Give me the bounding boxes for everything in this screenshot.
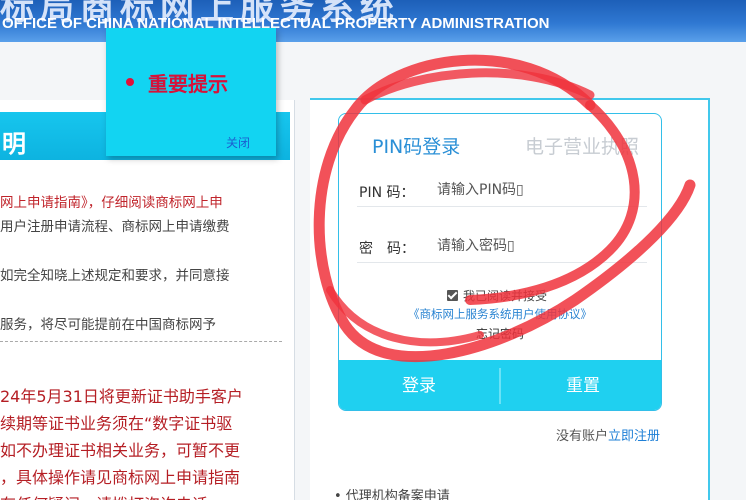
bullet-dot-icon: [126, 78, 134, 86]
register-row: 没有账户立即注册: [556, 425, 660, 444]
agreement-row: 我已阅读并接受: [447, 287, 547, 303]
notice-red-line: 续期等证书业务须在“数字证书驱: [0, 414, 233, 433]
notice-line: 用户注册申请流程、商标网上申请缴费: [0, 219, 230, 235]
user-agreement-link[interactable]: 《商标网上服务系统用户使用协议》: [339, 306, 661, 322]
panel-divider: [294, 100, 295, 500]
notice-red-line: 如不办理证书相关业务，可暂不更: [0, 441, 241, 460]
pin-label: PIN 码：: [359, 185, 415, 201]
password-underline: [357, 262, 647, 263]
reset-button[interactable]: 重置: [503, 360, 661, 410]
popup-title: 重要提示: [148, 72, 228, 96]
password-input[interactable]: [437, 233, 647, 259]
notice-red-line: 24年5月31日将更新证书助手客户: [0, 387, 243, 406]
password-label: 密 码：: [359, 241, 415, 257]
pin-underline: [357, 206, 647, 207]
notice-guide-link[interactable]: 网上申请指南》，仔细阅读商标网上申: [0, 195, 223, 211]
agree-checkbox[interactable]: [447, 290, 458, 301]
button-bar: 登录 重置: [339, 360, 661, 410]
agent-filing-link[interactable]: • 代理机构备案申请: [334, 485, 450, 500]
forgot-password-link[interactable]: 忘记密码: [339, 325, 661, 342]
register-prompt: 没有账户: [556, 429, 609, 444]
important-notice-popup: 重要提示 关闭: [106, 28, 276, 156]
notice-line: 如完全知晓上述规定和要求，并同意接: [0, 268, 230, 284]
notice-line: 服务，将尽可能提前在中国商标网予: [0, 317, 216, 333]
tab-pin-login[interactable]: PIN码登录: [372, 132, 460, 159]
register-link[interactable]: 立即注册: [608, 429, 660, 444]
button-separator: [499, 368, 501, 404]
notice-red-line: 有任何疑问，请拨打咨询电话: [0, 491, 208, 500]
notice-heading: 明: [2, 130, 26, 158]
agree-text: 我已阅读并接受: [463, 289, 548, 303]
popup-close-button[interactable]: 关闭: [226, 134, 250, 151]
login-box: PIN码登录 电子营业执照 PIN 码： 密 码： 我已阅读并接受 《商标网上服…: [338, 113, 662, 411]
notice-line: 网上申请指南》，仔细阅读商标网上申: [0, 191, 223, 211]
tab-business-license[interactable]: 电子营业执照: [525, 132, 639, 159]
login-button[interactable]: 登录: [339, 360, 499, 410]
pin-input[interactable]: [437, 177, 647, 203]
notice-divider: [0, 341, 282, 342]
notice-red-line: ，具体操作请见商标网上申请指南: [0, 468, 241, 487]
